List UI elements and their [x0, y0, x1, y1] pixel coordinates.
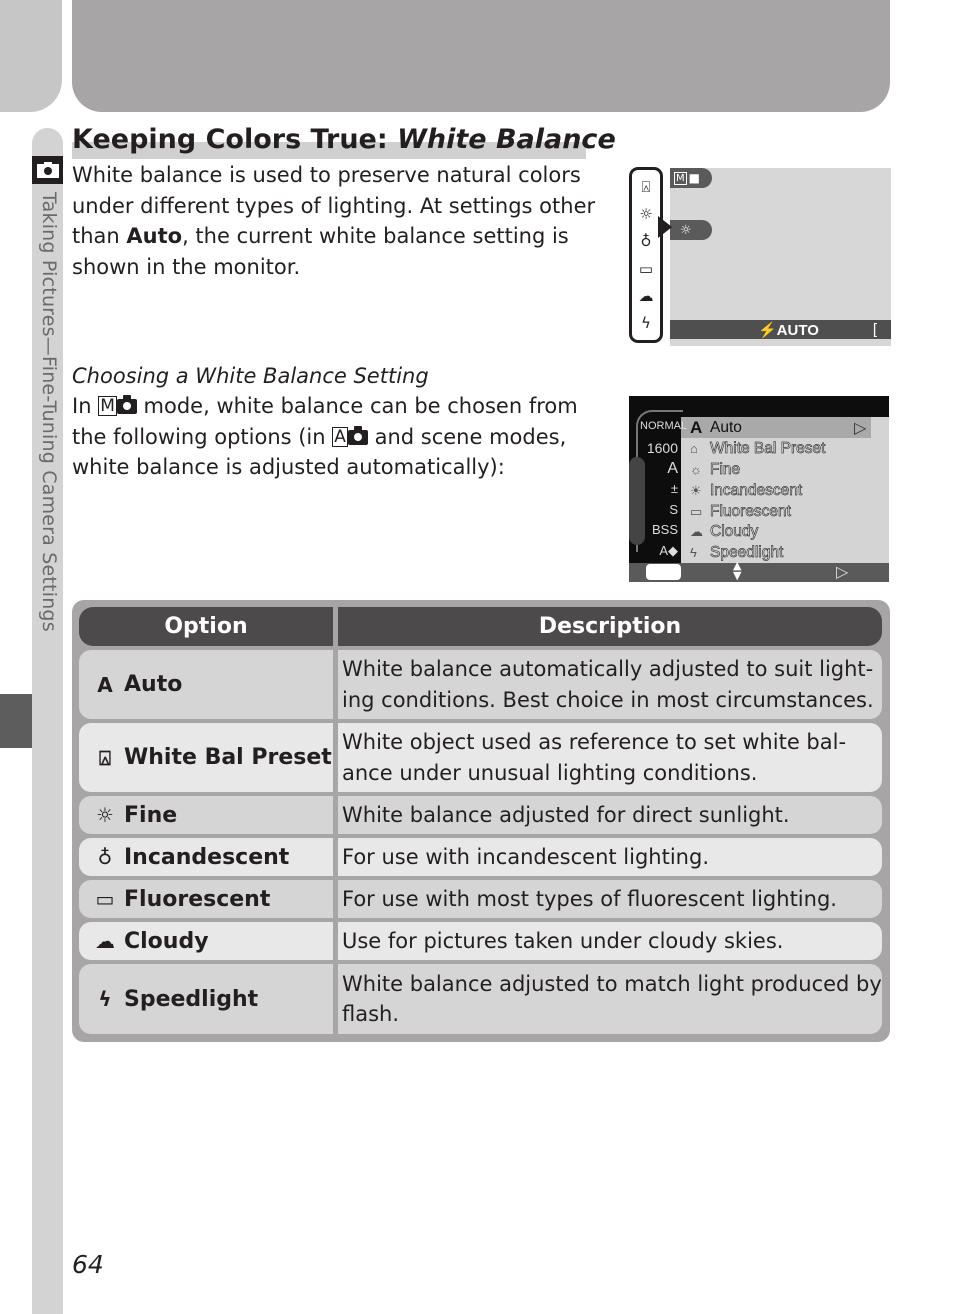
table-row-description: White object used as reference to set wh…: [338, 723, 882, 792]
table-row-option: ▭ Fluorescent: [79, 880, 333, 918]
speedlight-icon: ϟ: [641, 314, 651, 333]
flash-mode: ⚡AUTO: [758, 321, 819, 339]
incandescent-icon: ♁: [97, 845, 113, 869]
fluorescent-icon: ▭: [638, 259, 654, 278]
page-number: 64: [72, 1250, 104, 1279]
menu-item-auto[interactable]: A Auto: [690, 417, 742, 438]
camera-icon: [116, 395, 137, 414]
subheading: Choosing a White Balance Setting: [72, 364, 429, 388]
table-row-description: White balance adjusted for direct sunlig…: [338, 796, 882, 834]
table-row-option: ⍓ White Bal Preset: [79, 723, 333, 792]
preset-icon: ⍓: [641, 177, 651, 196]
memory-indicator: [: [872, 321, 877, 338]
submenu-arrow-icon: ▷: [854, 418, 867, 437]
image-quality-label: NORMAL: [640, 420, 688, 432]
sharpening-label: S: [669, 502, 678, 517]
updown-arrow-icon: ▲ ▼: [733, 559, 742, 582]
table-row-option: ϟ Speedlight: [79, 964, 333, 1034]
page-title: Keeping Colors True: White Balance: [72, 124, 616, 155]
mode-indicator: M ■: [670, 168, 712, 188]
fine-icon: ☼: [639, 204, 653, 223]
mode-a-badge: A: [332, 426, 348, 447]
table-row-description: White balance adjusted to match light pr…: [338, 964, 882, 1034]
table-row-option: ♁ Incandescent: [79, 838, 333, 876]
fluorescent-icon: ▭: [95, 887, 115, 911]
preset-icon: ⍓: [99, 745, 111, 770]
cloudy-icon: ☁: [95, 929, 115, 953]
header-banner: [72, 0, 890, 112]
table-row-description: Use for pictures taken under cloudy skie…: [338, 922, 882, 960]
corner-tab: [0, 0, 62, 112]
menu-item-incandescent[interactable]: ☀ Incandescent: [690, 480, 803, 501]
fine-icon: ☼: [96, 803, 114, 827]
cloudy-icon: ☁: [638, 286, 654, 305]
menu-item-cloudy[interactable]: ☁ Cloudy: [690, 521, 759, 542]
table-row-option: A Auto: [79, 650, 333, 719]
menu-item-fluorescent[interactable]: ▭ Fluorescent: [690, 501, 791, 522]
image-size-label: 1600: [646, 440, 678, 456]
bss-label: BSS: [651, 522, 678, 537]
incandescent-icon: ♁: [640, 232, 652, 251]
af-label: A◆: [659, 543, 678, 558]
wb-icon-strip: ⍓ ☼ ♁ ▭ ☁ ϟ: [629, 167, 663, 343]
intro-paragraph: White balance is used to preserve natura…: [72, 163, 596, 279]
exp-comp-label: ±: [670, 481, 678, 496]
fine-icon: ☼: [670, 220, 712, 240]
wb-current-label: A: [667, 460, 678, 477]
menu-button-indicator: [646, 564, 681, 580]
right-arrow-icon: ▷: [836, 562, 849, 581]
table-row-option: ☼ Fine: [79, 796, 333, 834]
menu-item-preset[interactable]: ⌂ White Bal Preset: [690, 438, 826, 459]
header-description: Description: [338, 607, 882, 646]
section-marker: [0, 694, 32, 748]
choosing-paragraph: In M mode, white balance can be chosen f…: [72, 394, 578, 479]
speedlight-icon: ϟ: [98, 987, 112, 1011]
table-row-description: For use with most types of fluorescent l…: [338, 880, 882, 918]
monitor-status-bar: ⚡AUTO [: [670, 320, 891, 339]
mode-m-badge: M: [98, 396, 117, 416]
table-row-description: White balance automatically adjusted to …: [338, 650, 882, 719]
menu-item-fine[interactable]: ☼ Fine: [690, 459, 741, 480]
header-option: Option: [79, 607, 333, 646]
section-label: Taking Pictures—Fine-Tuning Camera Setti…: [38, 192, 60, 632]
camera-icon: [347, 425, 368, 445]
table-row-option: ☁ Cloudy: [79, 922, 333, 960]
camera-icon: [32, 156, 63, 184]
strip-pointer: [658, 216, 672, 238]
table-row-description: For use with incandescent lighting.: [338, 838, 882, 876]
auto-icon: A: [97, 672, 113, 697]
